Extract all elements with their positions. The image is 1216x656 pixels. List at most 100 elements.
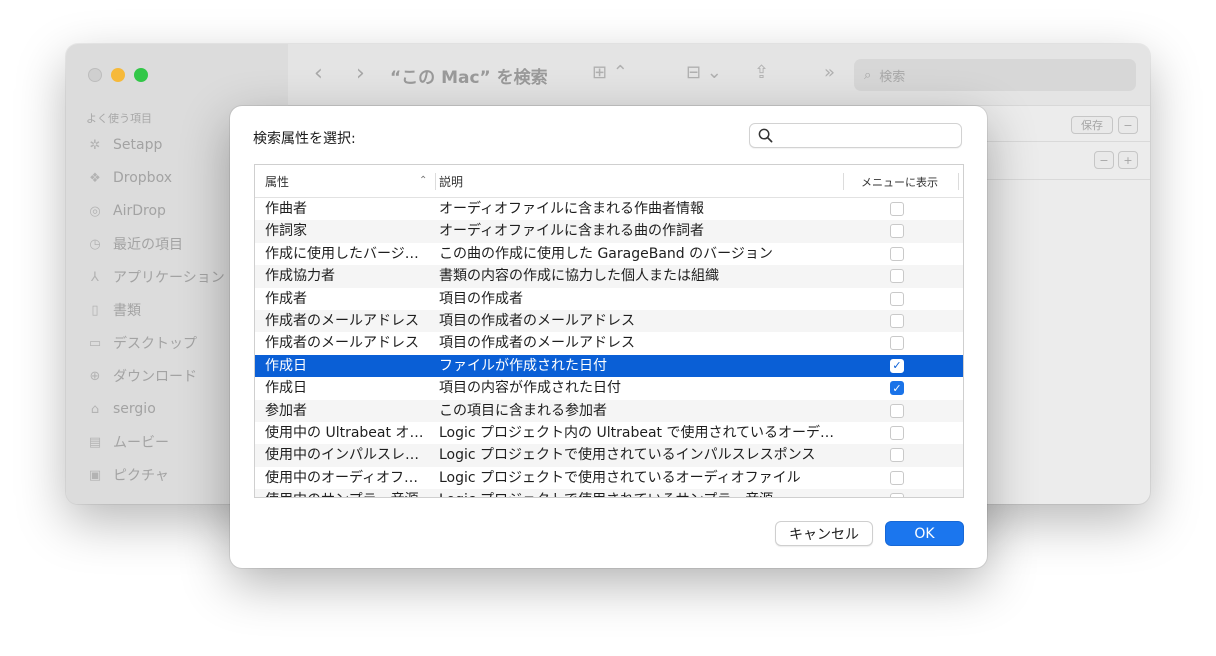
airdrop-icon: ◎ <box>89 203 101 219</box>
sort-ascending-icon: ⌃ <box>419 175 428 186</box>
back-chevron-icon[interactable]: ‹ <box>314 60 323 88</box>
attribute-description-cell: Logic プロジェクトで使用されているインパルスレスポンス <box>439 447 816 464</box>
column-divider[interactable] <box>843 173 844 190</box>
show-in-menu-checkbox[interactable] <box>890 291 904 306</box>
sidebar-item-movies[interactable]: ▤ ムービー <box>86 430 169 454</box>
table-row[interactable]: 使用中のオーディオフ… Logic プロジェクトで使用されているオーディオファイル <box>255 467 963 489</box>
sidebar-item-airdrop[interactable]: ◎ AirDrop <box>86 199 166 223</box>
attributes-table: 属性 ⌃ 説明 メニューに表示 作曲者 オーディオファイルに含まれる作曲者情報作詞… <box>254 164 964 498</box>
group-by-icon[interactable]: ⊟ ⌄ <box>686 62 722 83</box>
show-in-menu-checkbox[interactable] <box>890 403 904 418</box>
table-row[interactable]: 参加者 この項目に含まれる参加者 <box>255 399 963 422</box>
table-row[interactable]: 作成協力者 書類の内容の作成に協力した個人または組織 <box>255 265 963 288</box>
attribute-search-input[interactable] <box>779 128 961 143</box>
sidebar-item-pictures[interactable]: ▣ ピクチャ <box>86 463 169 487</box>
show-in-menu-checkbox[interactable] <box>890 246 904 261</box>
minimize-window-button[interactable] <box>111 68 125 82</box>
attribute-name-cell: 作曲者 <box>265 201 307 217</box>
attribute-name-cell: 作成協力者 <box>265 268 335 285</box>
sidebar-item-label: Dropbox <box>113 170 172 186</box>
finder-search-field[interactable]: ⌕ 検索 <box>854 59 1136 91</box>
column-header-attribute[interactable]: 属性 <box>265 165 435 198</box>
attribute-description-cell: この項目に含まれる参加者 <box>439 402 607 419</box>
table-row[interactable]: 作曲者 オーディオファイルに含まれる作曲者情報 <box>255 198 963 220</box>
show-in-menu-checkbox[interactable]: ✓ <box>890 358 904 373</box>
attribute-description-cell: Logic プロジェクトで使用されているオーディオファイル <box>439 469 801 486</box>
sidebar-item-documents[interactable]: ▯ 書類 <box>86 298 141 322</box>
cancel-button[interactable]: キャンセル <box>775 521 873 546</box>
desktop-icon: ▭ <box>88 335 102 351</box>
column-header-show-in-menu-label: メニューに表示 <box>861 175 938 189</box>
show-in-menu-checkbox[interactable] <box>890 336 904 351</box>
show-in-menu-checkbox[interactable] <box>890 202 904 216</box>
table-row[interactable]: 作成者のメールアドレス 項目の作成者のメールアドレス <box>255 309 963 333</box>
download-icon: ⊕ <box>89 368 101 384</box>
share-icon[interactable]: ⇪ <box>754 62 769 83</box>
column-divider[interactable] <box>435 173 436 190</box>
table-row[interactable]: 使用中のサンプラー音源 Logic プロジェクトで使用されているサンプラー音源 <box>255 489 963 497</box>
attribute-name-cell: 参加者 <box>265 402 307 419</box>
zoom-window-button[interactable] <box>134 68 148 82</box>
checkmark-icon: ✓ <box>892 359 902 373</box>
table-row[interactable]: 作成者のメールアドレス 項目の作成者のメールアドレス <box>255 332 963 354</box>
attribute-description-cell: Logic プロジェクトで使用されているサンプラー音源 <box>439 489 839 497</box>
sidebar-item-dropbox[interactable]: ❖ Dropbox <box>86 166 172 190</box>
table-row[interactable]: 作成者 項目の作成者 <box>255 288 963 310</box>
attribute-name-cell: 作成者のメールアドレス <box>265 335 419 352</box>
attribute-description-cell: オーディオファイルに含まれる作曲者情報 <box>439 201 705 217</box>
table-row[interactable]: 作詞家 オーディオファイルに含まれる曲の作詞者 <box>255 220 963 243</box>
column-header-description[interactable]: 説明 <box>439 165 463 198</box>
close-window-button[interactable] <box>88 68 102 82</box>
attribute-search-field[interactable] <box>749 123 962 148</box>
sidebar-item-label: ダウンロード <box>113 369 197 385</box>
show-in-menu-checkbox[interactable] <box>890 313 904 328</box>
sidebar-item-home[interactable]: ⌂ sergio <box>86 397 156 421</box>
attribute-name-cell: 作成日 <box>265 357 307 374</box>
sidebar-item-desktop[interactable]: ▭ デスクトップ <box>86 331 197 355</box>
save-search-button[interactable]: 保存 <box>1071 116 1113 134</box>
picture-icon: ▣ <box>88 467 102 483</box>
column-header-description-label: 説明 <box>439 175 464 189</box>
sidebar-item-setapp[interactable]: ✲ Setapp <box>86 133 163 157</box>
sidebar-item-applications[interactable]: ⅄ アプリケーション <box>86 265 225 289</box>
setapp-icon: ✲ <box>89 137 101 153</box>
table-row[interactable]: 作成日 ファイルが作成された日付 ✓ <box>255 354 963 378</box>
attribute-name-cell: 作詞家 <box>265 223 307 240</box>
attribute-description-cell: 書類の内容の作成に協力した個人または組織 <box>439 268 719 285</box>
show-in-menu-checkbox[interactable]: ✓ <box>890 381 904 396</box>
dialog-title: 検索属性を選択: <box>253 131 356 147</box>
show-in-menu-checkbox[interactable] <box>890 269 904 284</box>
more-chevron-icon[interactable]: » <box>824 62 835 83</box>
show-in-menu-checkbox[interactable] <box>890 493 904 497</box>
sidebar-item-label: アプリケーション <box>113 270 225 286</box>
dropbox-icon: ❖ <box>89 170 101 186</box>
sidebar-item-downloads[interactable]: ⊕ ダウンロード <box>86 364 197 388</box>
table-row[interactable]: 作成に使用したバージ… この曲の作成に使用した GarageBand のバージョン <box>255 243 963 265</box>
show-in-menu-checkbox[interactable] <box>890 470 904 485</box>
sidebar-item-label: Setapp <box>113 137 163 153</box>
table-row[interactable]: 作成日 項目の内容が作成された日付 ✓ <box>255 377 963 399</box>
forward-chevron-icon[interactable]: › <box>356 60 365 88</box>
ok-button[interactable]: OK <box>885 521 964 546</box>
attribute-name-cell: 作成者 <box>265 290 307 307</box>
show-in-menu-checkbox[interactable] <box>890 448 904 463</box>
view-grid-icon[interactable]: ⊞ ⌃ <box>592 62 628 83</box>
attribute-description-cell: オーディオファイルに含まれる曲の作詞者 <box>439 223 705 240</box>
attribute-description-cell: 項目の作成者のメールアドレス <box>439 335 635 352</box>
sidebar-item-recents[interactable]: ◷ 最近の項目 <box>86 232 183 256</box>
clock-icon: ◷ <box>89 236 101 252</box>
sidebar-heading-favorites: よく使う項目 <box>86 112 152 125</box>
search-icon <box>758 128 773 143</box>
attribute-description-cell: ファイルが作成された日付 <box>439 357 607 374</box>
remove-scope-button[interactable]: − <box>1118 116 1138 134</box>
attribute-name-cell: 使用中のオーディオフ… <box>265 469 419 486</box>
checkmark-icon: ✓ <box>892 381 902 395</box>
show-in-menu-checkbox[interactable] <box>890 224 904 239</box>
table-row[interactable]: 使用中の Ultrabeat オー… Logic プロジェクト内の Ultrabe… <box>255 422 963 444</box>
show-in-menu-checkbox[interactable] <box>890 425 904 440</box>
applications-icon: ⅄ <box>91 269 99 285</box>
add-criteria-button[interactable]: + <box>1118 151 1138 169</box>
remove-criteria-button[interactable]: − <box>1094 151 1114 169</box>
column-header-show-in-menu[interactable]: メニューに表示 <box>856 165 943 198</box>
table-row[interactable]: 使用中のインパルスレ… Logic プロジェクトで使用されているインパルスレスポン… <box>255 444 963 467</box>
